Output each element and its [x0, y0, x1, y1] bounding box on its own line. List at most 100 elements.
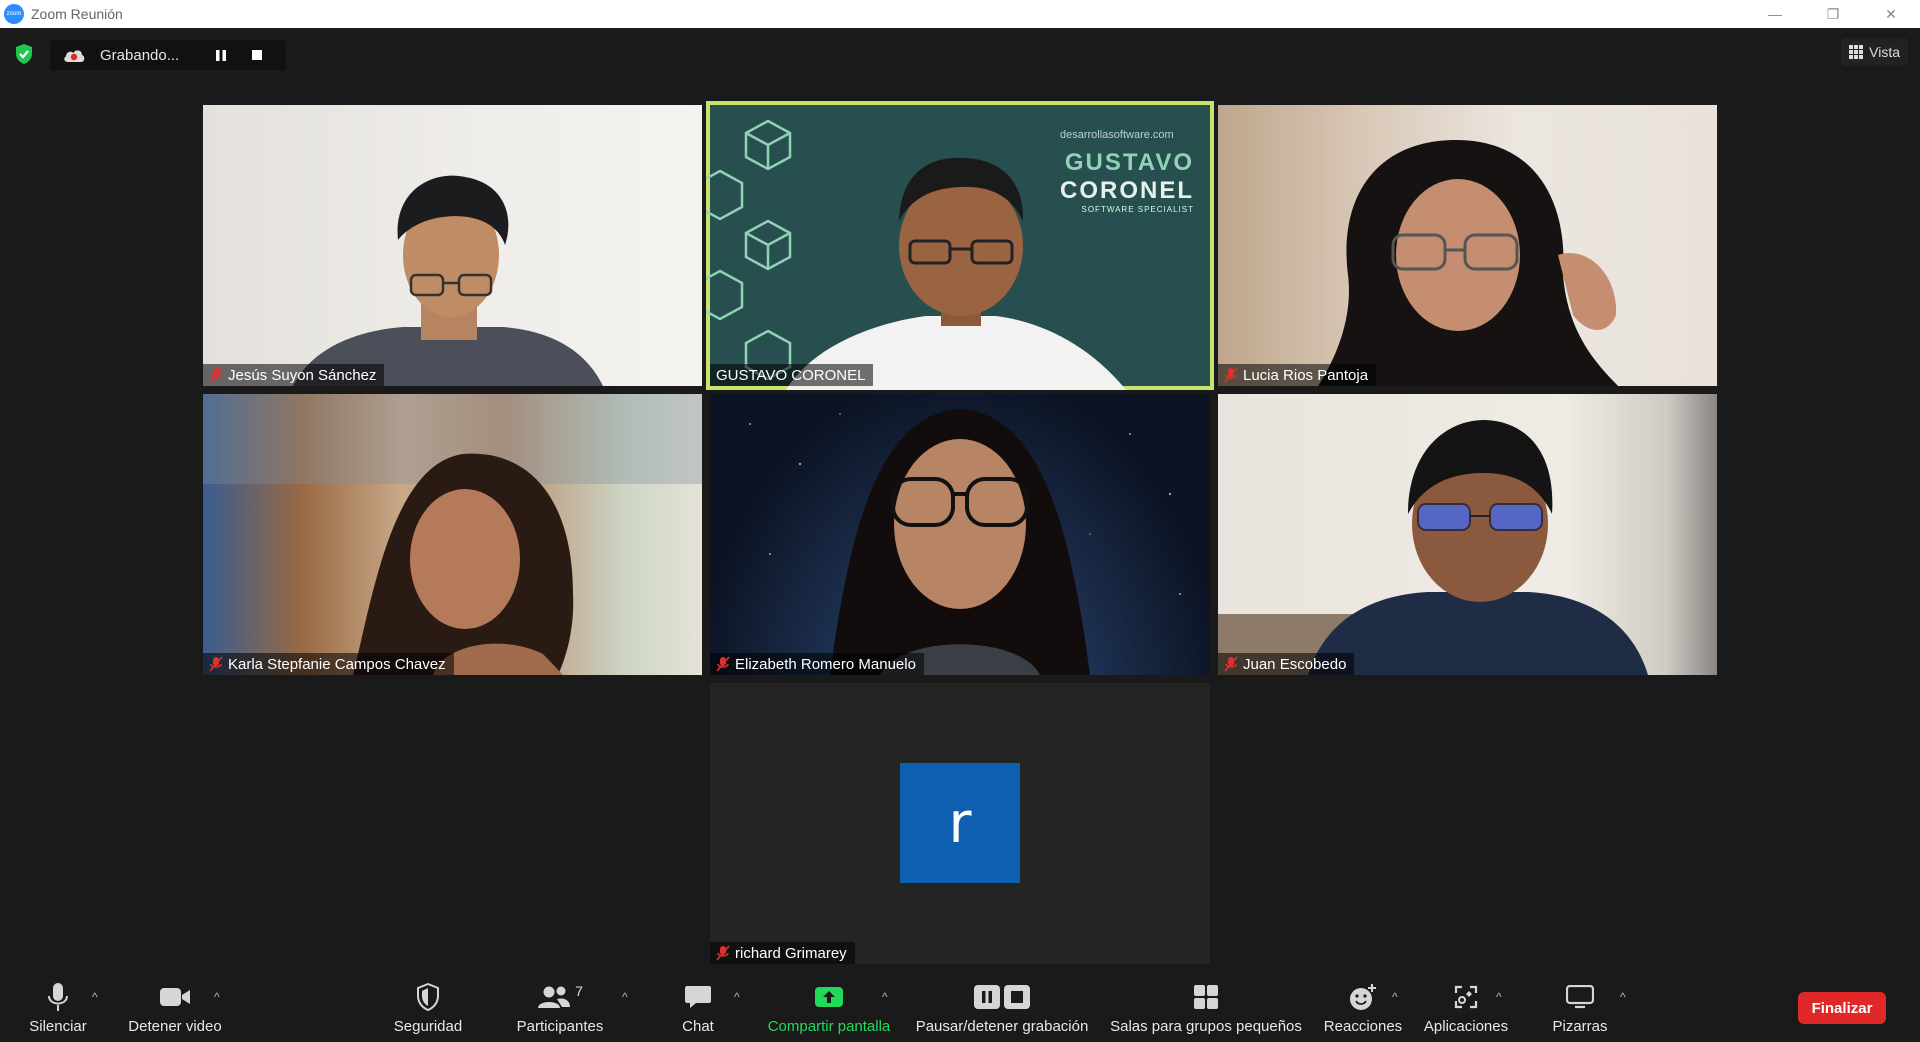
participant-name-tag: Elizabeth Romero Manuelo — [710, 653, 924, 675]
background-branding: desarrollasoftware.com GUSTAVO CORONEL S… — [1060, 129, 1194, 214]
participant-name-tag: Karla Stepfanie Campos Chavez — [203, 653, 454, 675]
background-line1: GUSTAVO — [1064, 149, 1194, 176]
participant-tile[interactable]: Jesús Suyon Sánchez — [203, 105, 702, 386]
title-bar: zoom Zoom Reunión — ❐ ✕ — [0, 0, 1920, 28]
breakout-label: Salas para grupos pequeños — [1110, 1018, 1302, 1035]
participant-name-tag: Jesús Suyon Sánchez — [203, 364, 385, 386]
stop-recording-icon — [1004, 985, 1030, 1009]
end-meeting-button[interactable]: Finalizar — [1798, 992, 1886, 1024]
participants-button[interactable]: 7 Participantes — [510, 970, 610, 1042]
pause-icon — [216, 49, 226, 61]
participant-video — [293, 175, 603, 386]
apps-icon — [1454, 985, 1478, 1009]
security-shield-icon[interactable] — [14, 43, 34, 65]
security-button[interactable]: Seguridad — [388, 970, 468, 1042]
window-title: Zoom Reunión — [31, 6, 123, 22]
share-screen-button[interactable]: Compartir pantalla — [760, 970, 898, 1042]
participant-name-tag: Juan Escobedo — [1218, 653, 1355, 675]
background-line2: CORONEL — [1060, 177, 1194, 204]
share-options-caret-icon[interactable]: ^ — [882, 990, 888, 1004]
pause-stop-recording-button[interactable]: Pausar/detener grabación — [910, 970, 1094, 1042]
participant-tile[interactable]: Karla Stepfanie Campos Chavez — [203, 394, 702, 675]
participant-name: Lucia Rios Pantoja — [1243, 366, 1369, 384]
whiteboards-button[interactable]: Pizarras — [1540, 970, 1620, 1042]
participants-count: 7 — [575, 983, 583, 999]
recording-label: Pausar/detener grabación — [915, 1018, 1089, 1035]
stop-video-button[interactable]: Detener video — [120, 970, 230, 1042]
view-button[interactable]: Vista — [1841, 38, 1908, 66]
participant-video — [749, 409, 1181, 675]
minimize-button[interactable]: — — [1746, 0, 1804, 28]
participant-tile[interactable]: r richard Grimarey — [710, 683, 1210, 964]
participants-icon — [538, 986, 571, 1008]
shield-icon — [417, 983, 439, 1011]
breakout-rooms-button[interactable]: Salas para grupos pequeños — [1108, 970, 1304, 1042]
reactions-options-caret-icon[interactable]: ^ — [1392, 990, 1398, 1004]
window-controls: — ❐ ✕ — [1746, 0, 1920, 28]
security-label: Seguridad — [393, 1018, 463, 1035]
reactions-label: Reacciones — [1323, 1018, 1403, 1035]
whiteboard-icon — [1566, 985, 1594, 1009]
restore-button[interactable]: ❐ — [1804, 0, 1862, 28]
participant-name: GUSTAVO CORONEL — [716, 366, 866, 384]
meeting-top-bar: Grabando... Vista — [0, 28, 1920, 80]
chat-label: Chat — [682, 1018, 714, 1035]
pause-recording-button[interactable] — [208, 42, 234, 68]
background-site-text: desarrollasoftware.com — [1060, 129, 1174, 141]
breakout-rooms-icon — [1194, 985, 1218, 1009]
avatar: r — [900, 763, 1020, 883]
recording-indicator: Grabando... — [50, 40, 286, 70]
smiley-plus-icon — [1350, 984, 1376, 1010]
pause-recording-icon — [974, 985, 1000, 1009]
chat-button[interactable]: Chat — [668, 970, 728, 1042]
cloud-recording-icon — [64, 50, 85, 62]
mute-button[interactable]: Silenciar — [20, 970, 96, 1042]
participant-name-tag: richard Grimarey — [710, 942, 855, 964]
participant-name: Elizabeth Romero Manuelo — [735, 655, 916, 673]
participant-name: richard Grimarey — [735, 944, 847, 962]
participant-name: Jesús Suyon Sánchez — [228, 366, 377, 384]
reactions-button[interactable]: Reacciones — [1320, 970, 1406, 1042]
mic-muted-icon — [209, 656, 223, 672]
mic-muted-icon — [209, 367, 223, 383]
participants-label: Participantes — [516, 1018, 604, 1035]
participants-options-caret-icon[interactable]: ^ — [622, 990, 628, 1004]
share-label: Compartir pantalla — [767, 1018, 891, 1035]
video-options-caret-icon[interactable]: ^ — [214, 990, 220, 1004]
grid-view-icon — [1849, 45, 1864, 59]
participant-video — [203, 394, 702, 675]
participant-tile-active-speaker[interactable]: desarrollasoftware.com GUSTAVO CORONEL S… — [706, 101, 1214, 390]
audio-options-caret-icon[interactable]: ^ — [92, 990, 98, 1004]
mic-muted-icon — [1224, 656, 1238, 672]
mic-muted-icon — [716, 945, 730, 961]
stop-recording-button[interactable] — [244, 42, 270, 68]
close-button[interactable]: ✕ — [1862, 0, 1920, 28]
zoom-logo-icon: zoom — [4, 4, 24, 24]
apps-options-caret-icon[interactable]: ^ — [1496, 990, 1502, 1004]
whiteboards-options-caret-icon[interactable]: ^ — [1620, 990, 1626, 1004]
participant-video — [1318, 140, 1618, 386]
participant-name-tag: Lucia Rios Pantoja — [1218, 364, 1377, 386]
share-screen-icon — [815, 987, 843, 1007]
participant-video — [1218, 419, 1648, 675]
mute-label: Silenciar — [29, 1018, 87, 1035]
mic-muted-icon — [1224, 367, 1238, 383]
participant-name: Juan Escobedo — [1243, 655, 1347, 673]
participant-tile[interactable]: Lucia Rios Pantoja — [1218, 105, 1717, 386]
video-label: Detener video — [128, 1018, 222, 1035]
whiteboards-label: Pizarras — [1552, 1018, 1608, 1035]
recording-status: Grabando... — [100, 46, 180, 64]
stop-icon — [252, 50, 262, 60]
mic-muted-icon — [716, 656, 730, 672]
participant-tile[interactable]: Juan Escobedo — [1218, 394, 1717, 675]
apps-label: Aplicaciones — [1423, 1018, 1509, 1035]
view-label: Vista — [1869, 44, 1900, 60]
background-line3: SOFTWARE SPECIALIST — [1081, 205, 1195, 214]
participant-name: Karla Stepfanie Campos Chavez — [228, 655, 446, 673]
apps-button[interactable]: Aplicaciones — [1420, 970, 1512, 1042]
video-camera-icon — [160, 988, 190, 1006]
microphone-icon — [48, 983, 68, 1011]
chat-options-caret-icon[interactable]: ^ — [734, 990, 740, 1004]
participant-tile[interactable]: Elizabeth Romero Manuelo — [710, 394, 1210, 675]
chat-icon — [685, 986, 711, 1008]
